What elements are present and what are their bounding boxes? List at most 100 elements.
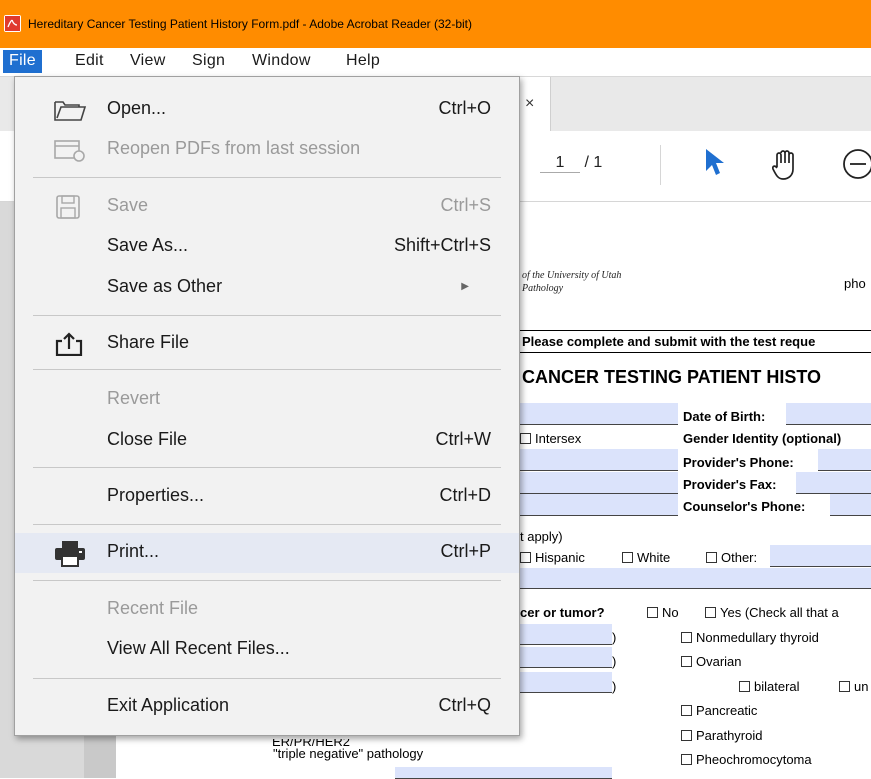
white-option[interactable]: White <box>622 550 670 565</box>
ovarian-label: Ovarian <box>696 654 742 669</box>
yes-option[interactable]: Yes (Check all that a <box>705 605 839 620</box>
menu-item-reopen[interactable]: Reopen PDFs from last session <box>15 130 519 170</box>
save-label: Save <box>107 195 149 215</box>
parathyroid-checkbox[interactable] <box>681 730 692 741</box>
share-icon <box>53 332 85 357</box>
intersex-label: Intersex <box>535 431 582 446</box>
page-number-input[interactable]: 1 <box>540 154 580 173</box>
bilateral-option[interactable]: bilateral <box>739 679 800 694</box>
save-as-label: Save As... <box>107 235 189 255</box>
menu-item-revert[interactable]: Revert <box>15 380 519 420</box>
name-field[interactable] <box>520 403 678 425</box>
cancer-question: cer or tumor? <box>520 605 605 620</box>
yes-checkbox[interactable] <box>705 607 716 618</box>
bottom-field[interactable] <box>395 767 612 779</box>
provider-fax-field[interactable] <box>796 472 871 494</box>
address-field[interactable] <box>520 449 678 471</box>
instruction-text: Please complete and submit with the test… <box>522 334 816 349</box>
provider-phone-field[interactable] <box>818 449 871 471</box>
menu-item-properties[interactable]: Properties... Ctrl+D <box>15 477 519 517</box>
other-checkbox[interactable] <box>706 552 717 563</box>
form-heading: CANCER TESTING PATIENT HISTO <box>522 367 822 387</box>
dob-field[interactable] <box>786 403 871 425</box>
properties-shortcut: Ctrl+D <box>439 485 491 505</box>
menu-view[interactable]: View <box>130 52 166 70</box>
toolbar-divider <box>660 145 661 185</box>
pancreatic-checkbox[interactable] <box>681 705 692 716</box>
menu-sign[interactable]: Sign <box>192 52 225 70</box>
page-total: / 1 <box>584 154 603 171</box>
revert-label: Revert <box>107 388 161 408</box>
menu-edit[interactable]: Edit <box>75 52 104 70</box>
folder-open-icon <box>53 98 87 122</box>
ovarian-option[interactable]: Ovarian <box>681 654 742 669</box>
cancer-age-field-1[interactable] <box>520 624 612 645</box>
select-tool-icon[interactable] <box>703 147 725 182</box>
menu-separator <box>33 524 501 525</box>
unilateral-label: un <box>854 679 869 694</box>
pancreatic-option[interactable]: Pancreatic <box>681 703 757 718</box>
hand-tool-icon[interactable] <box>768 147 804 186</box>
yes-label: Yes (Check all that a <box>720 605 839 620</box>
save-other-label: Save as Other <box>107 276 223 296</box>
other-label: Other: <box>721 550 758 565</box>
menu-item-print[interactable]: Print... Ctrl+P <box>15 533 519 573</box>
nonmedullary-option[interactable]: Nonmedullary thyroid <box>681 630 819 645</box>
menu-window[interactable]: Window <box>252 52 311 70</box>
save-as-shortcut: Shift+Ctrl+S <box>393 235 491 255</box>
hispanic-checkbox[interactable] <box>520 552 531 563</box>
save-icon <box>53 195 85 219</box>
unilateral-option[interactable]: un <box>839 679 868 694</box>
parathyroid-label: Parathyroid <box>696 728 763 743</box>
menu-separator <box>33 177 501 178</box>
white-checkbox[interactable] <box>622 552 633 563</box>
other-field[interactable] <box>770 545 871 567</box>
intersex-checkbox[interactable] <box>520 433 531 444</box>
pheo-label: Pheochromocytoma <box>696 752 812 767</box>
triple-negative-text: "triple negative" pathology <box>273 746 424 761</box>
counselor-field[interactable] <box>520 494 678 516</box>
paren-3: ) <box>612 679 617 694</box>
provider-phone-label: Provider's Phone: <box>683 455 794 470</box>
zoom-out-icon[interactable] <box>838 147 871 186</box>
gender-identity-label: Gender Identity (optional) <box>683 431 842 446</box>
ancestry-field[interactable] <box>520 568 871 589</box>
menu-item-save-other[interactable]: Save as Other ▶ <box>15 268 519 308</box>
menu-item-save-as[interactable]: Save As... Shift+Ctrl+S <box>15 227 519 267</box>
reopen-label: Reopen PDFs from last session <box>107 138 361 158</box>
printer-icon <box>53 541 85 567</box>
print-shortcut: Ctrl+P <box>440 541 491 561</box>
top-rule <box>520 330 871 331</box>
ovarian-checkbox[interactable] <box>681 656 692 667</box>
parathyroid-option[interactable]: Parathyroid <box>681 728 762 743</box>
no-checkbox[interactable] <box>647 607 658 618</box>
menu-help[interactable]: Help <box>346 52 380 70</box>
share-label: Share File <box>107 332 190 352</box>
pheo-checkbox[interactable] <box>681 754 692 765</box>
menu-file[interactable]: File <box>3 50 42 73</box>
menu-item-share[interactable]: Share File <box>15 324 519 364</box>
bilateral-label: bilateral <box>754 679 800 694</box>
hispanic-option[interactable]: Hispanic <box>520 550 585 565</box>
nonmedullary-checkbox[interactable] <box>681 632 692 643</box>
menu-item-open[interactable]: Open... Ctrl+O <box>15 90 519 130</box>
intersex-option[interactable]: Intersex <box>520 431 581 446</box>
menu-item-save[interactable]: Save Ctrl+S <box>15 187 519 227</box>
menu-separator <box>33 369 501 370</box>
bilateral-checkbox[interactable] <box>739 681 750 692</box>
menu-item-close-file[interactable]: Close File Ctrl+W <box>15 421 519 461</box>
pheo-option[interactable]: Pheochromocytoma <box>681 752 812 767</box>
other-option[interactable]: Other: <box>706 550 757 565</box>
no-option[interactable]: No <box>647 605 679 620</box>
menu-item-exit[interactable]: Exit Application Ctrl+Q <box>15 687 519 727</box>
counselor-phone-field[interactable] <box>830 494 871 516</box>
close-tab-icon[interactable]: × <box>525 95 534 113</box>
cancer-age-field-3[interactable] <box>520 672 612 693</box>
unilateral-checkbox[interactable] <box>839 681 850 692</box>
menu-item-recent-file[interactable]: Recent File <box>15 590 519 630</box>
menu-item-view-recent[interactable]: View All Recent Files... <box>15 630 519 670</box>
menu-separator <box>33 580 501 581</box>
cancer-age-field-2[interactable] <box>520 647 612 668</box>
exit-label: Exit Application <box>107 695 230 715</box>
city-field[interactable] <box>520 472 678 494</box>
